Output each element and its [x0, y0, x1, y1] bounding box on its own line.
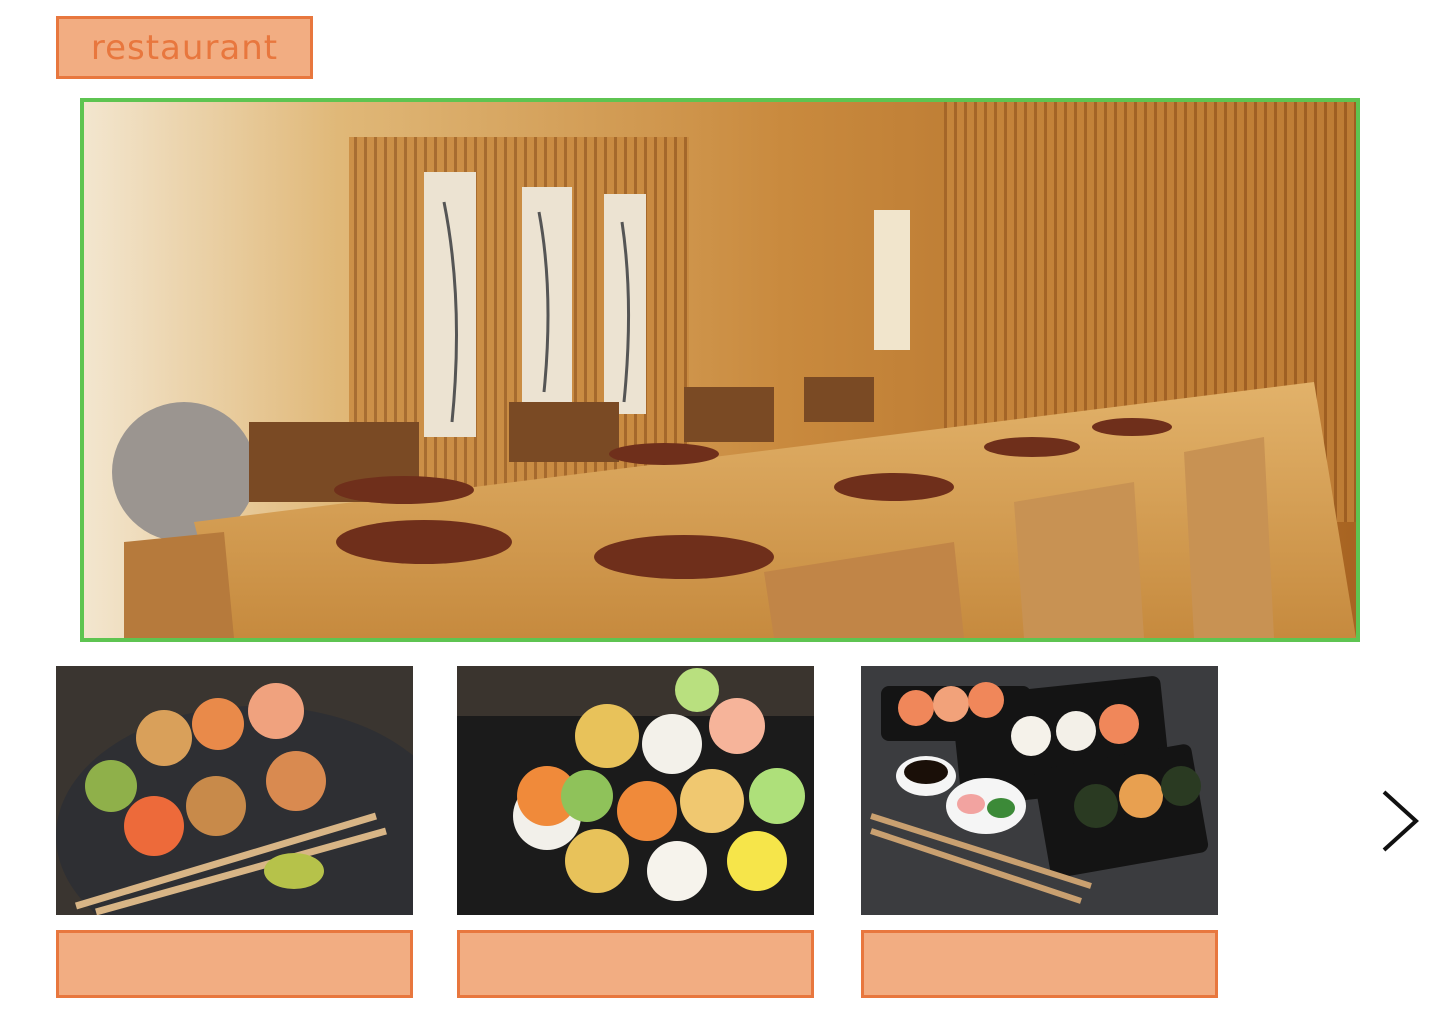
restaurant-interior-photo: [84, 102, 1356, 638]
gallery-caption-1[interactable]: [56, 930, 413, 998]
gallery-item-sushi-rolls[interactable]: [56, 666, 413, 915]
gallery-caption-2[interactable]: [457, 930, 814, 998]
sushi-platter-photo: [861, 666, 1218, 915]
next-arrow-button[interactable]: [1372, 786, 1428, 856]
restaurant-tag-label: restaurant: [90, 27, 279, 68]
gallery-item-temari-sushi[interactable]: [457, 666, 814, 915]
temari-sushi-photo: [457, 666, 814, 915]
sushi-rolls-photo: [56, 666, 413, 915]
chevron-right-icon: [1382, 790, 1419, 852]
gallery-item-sushi-platter[interactable]: [861, 666, 1218, 915]
gallery-caption-3[interactable]: [861, 930, 1218, 998]
restaurant-tag[interactable]: restaurant: [56, 16, 313, 79]
hero-image[interactable]: [80, 98, 1360, 642]
